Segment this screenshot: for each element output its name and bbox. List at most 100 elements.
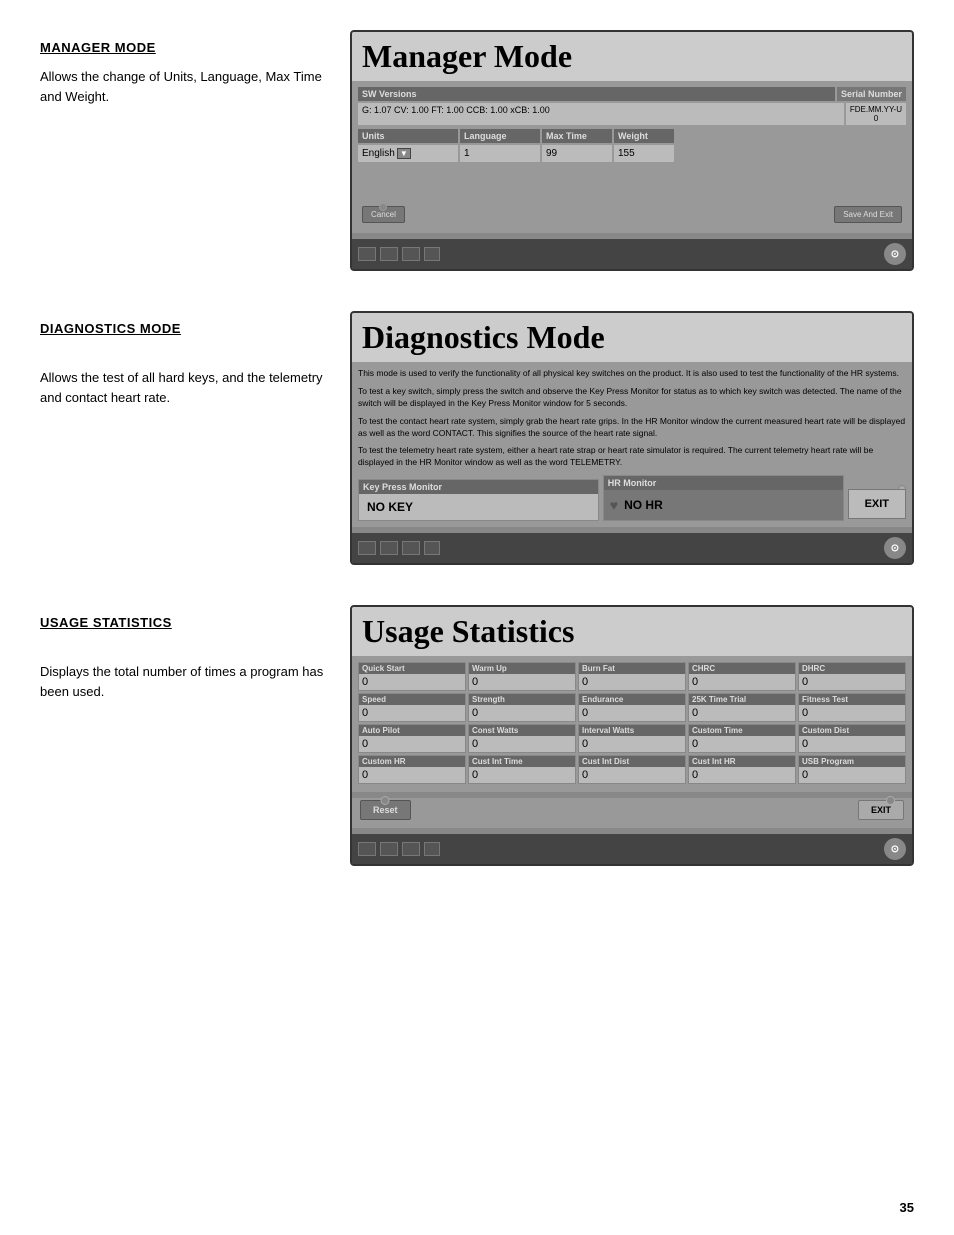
usage-statistics-title: USAGE STATISTICS bbox=[40, 615, 330, 630]
usage-icon-5 bbox=[444, 842, 458, 856]
usage-cell-header: Custom HR bbox=[359, 756, 465, 767]
usage-cell-header: DHRC bbox=[799, 663, 905, 674]
diag-spacer bbox=[40, 348, 330, 368]
weight-header: Weight bbox=[614, 129, 674, 143]
hr-monitor: HR Monitor ♥ NO HR bbox=[603, 475, 844, 521]
usage-bottom: Reset EXIT bbox=[352, 798, 912, 828]
usage-cell-header: Strength bbox=[469, 694, 575, 705]
manager-inner: SW Versions Serial Number G: 1.07 CV: 1.… bbox=[352, 81, 912, 233]
manager-fields-header: Units Language Max Time Weight bbox=[358, 129, 906, 143]
usage-cell-auto-pilot: Auto Pilot 0 bbox=[358, 724, 466, 753]
diag-icon-1 bbox=[358, 541, 376, 555]
diagnostics-mode-title: DIAGNOSTICS MODE bbox=[40, 321, 330, 336]
icon-5 bbox=[444, 247, 458, 261]
diag-screen-title: Diagnostics Mode bbox=[352, 313, 912, 362]
usage-cell-value: 0 bbox=[469, 736, 575, 752]
usage-cell-value: 0 bbox=[799, 767, 905, 783]
diag-bottom-bar: ⊙ bbox=[352, 533, 912, 563]
icon-3 bbox=[402, 247, 420, 261]
key-press-value: NO KEY bbox=[359, 494, 598, 520]
usage-statistics-section: USAGE STATISTICS Displays the total numb… bbox=[40, 605, 914, 866]
usage-cell-cust-int-dist: Cust Int Dist 0 bbox=[578, 755, 686, 784]
usage-cell-header: Speed bbox=[359, 694, 465, 705]
usage-cell-header: Const Watts bbox=[469, 725, 575, 736]
usage-cell-value: 0 bbox=[799, 736, 905, 752]
sw-value: G: 1.07 CV: 1.00 FT: 1.00 CCB: 1.00 xCB:… bbox=[358, 103, 844, 125]
language-header: Language bbox=[460, 129, 540, 143]
usage-cell-header: Custom Dist bbox=[799, 725, 905, 736]
bottom-icons bbox=[358, 247, 458, 261]
manager-mode-section: MANAGER MODE Allows the change of Units,… bbox=[40, 30, 914, 271]
units-value: English ▼ bbox=[358, 145, 458, 162]
save-label: Save And Exit bbox=[843, 210, 893, 219]
usage-cell-custom-time: Custom Time 0 bbox=[688, 724, 796, 753]
usage-cell-header: USB Program bbox=[799, 756, 905, 767]
diag-desc-2: To test a key switch, simply press the s… bbox=[358, 386, 906, 410]
reset-button[interactable]: Reset bbox=[360, 800, 411, 820]
serial-number-label: Serial Number bbox=[837, 87, 906, 101]
manager-screen-title: Manager Mode bbox=[352, 32, 912, 81]
language-value[interactable]: 1 bbox=[460, 145, 540, 162]
diag-monitors: Key Press Monitor NO KEY HR Monitor ♥ NO… bbox=[358, 475, 906, 521]
usage-cell-burn-fat: Burn Fat 0 bbox=[578, 662, 686, 691]
dropdown-arrow-icon[interactable]: ▼ bbox=[397, 148, 411, 159]
usage-cell-endurance: Endurance 0 bbox=[578, 693, 686, 722]
usage-cell-header: Auto Pilot bbox=[359, 725, 465, 736]
usage-cell-speed: Speed 0 bbox=[358, 693, 466, 722]
weight-value[interactable]: 155 bbox=[614, 145, 674, 162]
usage-cell-value: 0 bbox=[799, 674, 905, 690]
usage-cell-warm-up: Warm Up 0 bbox=[468, 662, 576, 691]
diag-desc-4: To test the telemetry heart rate system,… bbox=[358, 445, 906, 469]
usage-cell-cust-int-hr: Cust Int HR 0 bbox=[688, 755, 796, 784]
usage-cell-header: Fitness Test bbox=[799, 694, 905, 705]
usage-cell-cust-int-time: Cust Int Time 0 bbox=[468, 755, 576, 784]
diagnostics-mode-body: Allows the test of all hard keys, and th… bbox=[40, 368, 330, 407]
usage-cell-custom-dist: Custom Dist 0 bbox=[798, 724, 906, 753]
usage-cell-value: 0 bbox=[469, 674, 575, 690]
units-header: Units bbox=[358, 129, 458, 143]
diag-icon-4 bbox=[424, 541, 440, 555]
usage-spacer bbox=[40, 642, 330, 662]
english-dropdown[interactable]: English ▼ bbox=[362, 148, 411, 159]
usage-cell-value: 0 bbox=[689, 767, 795, 783]
diagnostics-mode-section: DIAGNOSTICS MODE Allows the test of all … bbox=[40, 311, 914, 565]
heart-icon: ♥ bbox=[610, 497, 618, 513]
usage-exit-button[interactable]: EXIT bbox=[858, 800, 904, 820]
usage-cell-value: 0 bbox=[579, 736, 685, 752]
save-button[interactable]: Save And Exit bbox=[834, 206, 902, 223]
usage-cell-value: 0 bbox=[359, 767, 465, 783]
manager-bottom-bar: ⊙ bbox=[352, 239, 912, 269]
usage-cell-header: Warm Up bbox=[469, 663, 575, 674]
diagnostics-mode-text: DIAGNOSTICS MODE Allows the test of all … bbox=[40, 311, 350, 407]
manager-fields-values: English ▼ 1 99 155 bbox=[358, 145, 906, 162]
reset-dot bbox=[381, 796, 390, 805]
max-time-header: Max Time bbox=[542, 129, 612, 143]
diag-bottom-icons bbox=[358, 541, 458, 555]
manager-mode-title: MANAGER MODE bbox=[40, 40, 330, 55]
usage-cell-header: Cust Int HR bbox=[689, 756, 795, 767]
exit-button[interactable]: EXIT bbox=[848, 489, 906, 519]
usage-cell-header: Burn Fat bbox=[579, 663, 685, 674]
icon-4 bbox=[424, 247, 440, 261]
usage-cell-header: Cust Int Time bbox=[469, 756, 575, 767]
max-time-value[interactable]: 99 bbox=[542, 145, 612, 162]
usage-statistics-text: USAGE STATISTICS Displays the total numb… bbox=[40, 605, 350, 701]
exit-area: EXIT bbox=[848, 485, 906, 521]
usage-cell-interval-watts: Interval Watts 0 bbox=[578, 724, 686, 753]
usage-cell-value: 0 bbox=[579, 767, 685, 783]
cancel-save-row: Cancel Save And Exit bbox=[358, 202, 906, 227]
usage-statistics-body: Displays the total number of times a pro… bbox=[40, 662, 330, 701]
usage-cell-header: Interval Watts bbox=[579, 725, 685, 736]
usage-cell-header: Custom Time bbox=[689, 725, 795, 736]
usage-statistics-screen: Usage Statistics Quick Start 0Warm Up 0B… bbox=[350, 605, 914, 866]
usage-icon-1 bbox=[358, 842, 376, 856]
hr-monitor-header: HR Monitor bbox=[604, 476, 843, 490]
usage-cell-value: 0 bbox=[689, 674, 795, 690]
usage-cell-chrc: CHRC 0 bbox=[688, 662, 796, 691]
cancel-button[interactable]: Cancel bbox=[362, 206, 405, 223]
exit-label: EXIT bbox=[871, 805, 891, 815]
diag-icon-2 bbox=[380, 541, 398, 555]
diag-icon-3 bbox=[402, 541, 420, 555]
cancel-label: Cancel bbox=[371, 210, 396, 219]
manager-mode-screen: Manager Mode SW Versions Serial Number G… bbox=[350, 30, 914, 271]
